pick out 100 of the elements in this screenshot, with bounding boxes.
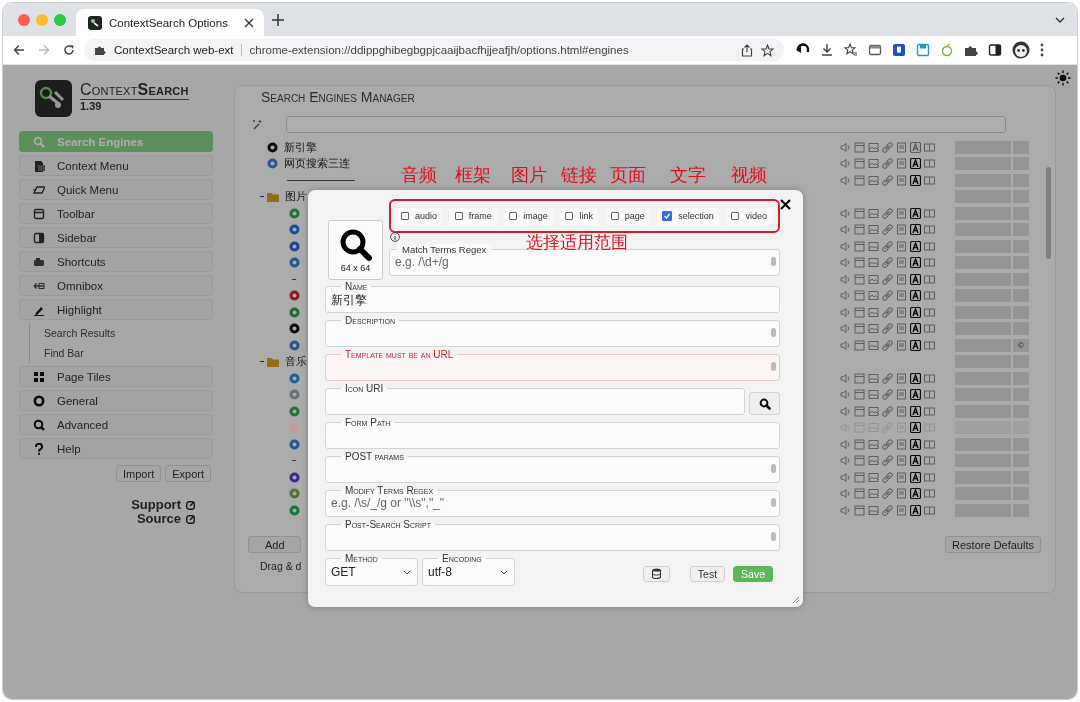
text-area[interactable]: Post-Search Script (325, 519, 780, 551)
window-icon[interactable] (868, 43, 882, 57)
search-field[interactable] (286, 116, 1006, 133)
text-input[interactable]: 新引擎 (330, 292, 775, 309)
speaker-icon[interactable] (840, 471, 851, 483)
frame-icon[interactable] (854, 224, 865, 236)
folder-name[interactable]: 图片 (285, 189, 307, 205)
browser-tab[interactable]: ContextSearch Options (76, 9, 264, 36)
scrollbar[interactable] (771, 498, 776, 507)
link-icon[interactable] (882, 224, 893, 236)
nav-item[interactable]: Toolbar (19, 203, 213, 224)
link-icon[interactable] (882, 290, 893, 302)
image-icon[interactable] (868, 455, 879, 467)
image-icon[interactable] (868, 290, 879, 302)
nav-subitem[interactable]: Search Results (30, 323, 213, 343)
resize-grip-icon[interactable] (792, 596, 800, 604)
star-list-icon[interactable] (844, 43, 858, 57)
image-icon[interactable] (868, 174, 879, 186)
text-field[interactable]: Name 新引擎 (325, 281, 780, 313)
speaker-icon[interactable] (840, 504, 851, 516)
checkbox[interactable]: video (726, 207, 772, 225)
shield-icon[interactable] (892, 43, 906, 57)
forward-icon[interactable] (38, 44, 50, 56)
engine-name[interactable]: 网页搜索三连 (284, 156, 350, 172)
image-icon[interactable] (868, 438, 879, 450)
text-select-icon[interactable] (910, 339, 921, 351)
checkbox[interactable]: selection (657, 207, 719, 225)
text-area[interactable]: Template must be an URL (325, 349, 780, 381)
link-icon[interactable] (882, 488, 893, 500)
checkbox[interactable]: page (605, 207, 650, 225)
icon-preview[interactable]: 64 x 64 (328, 220, 383, 280)
frame-icon[interactable] (854, 306, 865, 318)
dropdown[interactable]: Method GET (325, 553, 418, 586)
checkbox[interactable]: frame (449, 207, 497, 225)
floppy-icon[interactable] (916, 43, 930, 57)
link-icon[interactable] (882, 438, 893, 450)
text-select-icon[interactable] (910, 488, 921, 500)
speaker-icon[interactable] (840, 141, 851, 153)
image-icon[interactable] (868, 372, 879, 384)
image-icon[interactable] (868, 306, 879, 318)
image-icon[interactable] (868, 471, 879, 483)
checkbox[interactable]: image (504, 207, 553, 225)
text-select-icon[interactable] (910, 438, 921, 450)
text-select-icon[interactable] (910, 471, 921, 483)
nav-item[interactable]: Advanced (19, 414, 213, 435)
link-icon[interactable] (882, 323, 893, 335)
frame-icon[interactable] (854, 455, 865, 467)
text-input[interactable]: e.g. /\d+/g (394, 255, 775, 272)
text-select-icon[interactable] (910, 455, 921, 467)
frame-icon[interactable] (854, 405, 865, 417)
speaker-icon[interactable] (840, 339, 851, 351)
link-icon[interactable] (882, 174, 893, 186)
link-icon[interactable] (882, 471, 893, 483)
scrollbar[interactable] (771, 328, 776, 337)
link-icon[interactable] (882, 339, 893, 351)
speaker-icon[interactable] (840, 323, 851, 335)
frame-icon[interactable] (854, 257, 865, 269)
search-button[interactable] (749, 392, 780, 415)
page-icon[interactable] (896, 141, 907, 153)
shortcut-field[interactable]: © (1013, 338, 1029, 352)
speaker-icon[interactable] (840, 405, 851, 417)
video-icon[interactable] (924, 141, 935, 153)
link-icon[interactable] (882, 455, 893, 467)
link-icon[interactable] (882, 158, 893, 170)
link-icon[interactable] (882, 257, 893, 269)
image-icon[interactable] (868, 158, 879, 170)
link-icon[interactable] (882, 405, 893, 417)
speaker-icon[interactable] (840, 438, 851, 450)
nav-item[interactable]: Sidebar (19, 227, 213, 248)
text-select-icon[interactable] (910, 290, 921, 302)
test-button[interactable]: Test (689, 565, 726, 582)
text-select-icon[interactable] (910, 158, 921, 170)
speaker-icon[interactable] (840, 174, 851, 186)
text-field[interactable]: Form Path (325, 417, 780, 449)
more-menu-icon[interactable] (1040, 43, 1044, 57)
image-icon[interactable] (868, 207, 879, 219)
nav-item[interactable]: Context Menu (19, 155, 213, 176)
speaker-icon[interactable] (840, 224, 851, 236)
side-panel-icon[interactable] (988, 43, 1002, 57)
frame-icon[interactable] (854, 290, 865, 302)
close-icon[interactable] (244, 17, 254, 28)
link-icon[interactable] (882, 240, 893, 252)
text-select-icon[interactable] (910, 207, 921, 219)
text-select-icon[interactable] (910, 389, 921, 401)
checkbox[interactable]: audio (396, 207, 443, 225)
avatar-icon[interactable] (1012, 41, 1030, 59)
scrollbar[interactable] (771, 464, 776, 473)
link[interactable]: Support (131, 498, 181, 512)
chevron-down-icon[interactable] (1055, 16, 1065, 23)
collapse-toggle-icon[interactable] (260, 194, 265, 200)
nav-item[interactable]: Highlight (19, 299, 213, 320)
text-input[interactable]: e.g. /\s/_/g or "\\s","_" (330, 496, 775, 513)
nav-subitem[interactable]: Find Bar (30, 343, 213, 363)
text-area[interactable]: Modify Terms Regex e.g. /\s/_/g or "\\s","_" (325, 485, 780, 517)
dropdown[interactable]: Encoding utf-8 (422, 553, 515, 586)
frame-icon[interactable] (854, 471, 865, 483)
speaker-icon[interactable] (840, 389, 851, 401)
link-icon[interactable] (882, 207, 893, 219)
folder-name[interactable]: 音乐 (285, 354, 307, 370)
frame-icon[interactable] (854, 389, 865, 401)
